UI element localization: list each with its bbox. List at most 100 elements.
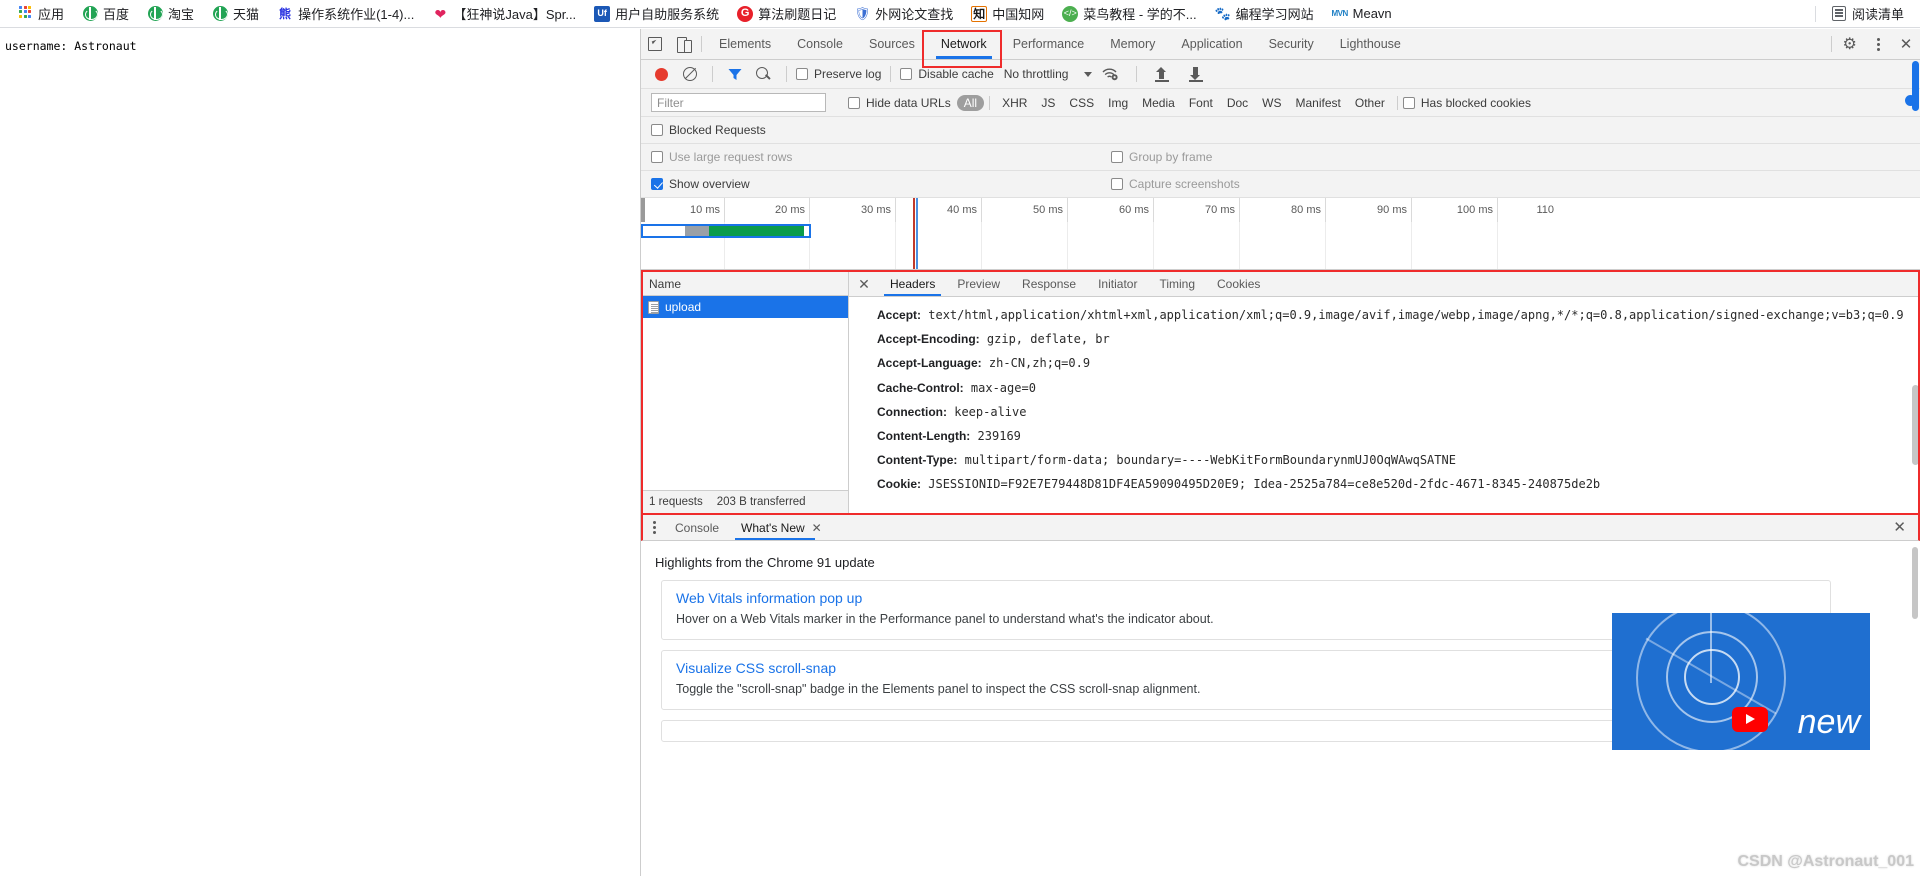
tab-network[interactable]: Network xyxy=(928,29,1000,59)
hide-data-urls-checkbox[interactable]: Hide data URLs xyxy=(848,96,951,110)
details-scrollbar[interactable] xyxy=(1912,385,1919,465)
show-overview-checkbox[interactable]: Show overview xyxy=(651,177,750,191)
bookmark-apps[interactable]: 应用 xyxy=(8,2,73,25)
type-filter-js[interactable]: JS xyxy=(1034,95,1062,111)
drawer-tab-console[interactable]: Console xyxy=(664,515,730,540)
card-title[interactable]: Web Vitals information pop up xyxy=(676,590,1816,606)
bookmark-label: 中国知网 xyxy=(992,7,1045,22)
details-tab-cookies[interactable]: Cookies xyxy=(1206,272,1271,296)
more-options-button[interactable] xyxy=(1864,29,1892,59)
drawer-menu-icon[interactable] xyxy=(653,521,656,534)
tab-elements[interactable]: Elements xyxy=(706,29,784,59)
type-filter-media[interactable]: Media xyxy=(1135,95,1182,111)
header-value: text/html,application/xhtml+xml,applicat… xyxy=(928,308,1904,322)
bookmark-item-runoob[interactable]: </> 菜鸟教程 - 学的不... xyxy=(1053,2,1205,25)
tab-label: Network xyxy=(940,37,987,51)
close-devtools-button[interactable]: ✕ xyxy=(1892,29,1920,59)
tab-label: Console xyxy=(675,520,720,535)
blocked-requests-row: Blocked Requests xyxy=(641,117,1920,144)
disable-cache-checkbox[interactable]: Disable cache xyxy=(900,67,994,81)
search-icon[interactable] xyxy=(756,66,771,82)
shield-icon: 🛡 xyxy=(853,6,871,21)
details-tab-response[interactable]: Response xyxy=(1011,272,1087,296)
bookmark-item-cnki[interactable]: 知 中国知网 xyxy=(962,2,1053,25)
group-by-frame-checkbox[interactable]: Group by frame xyxy=(1111,150,1212,164)
export-har-icon[interactable] xyxy=(1189,66,1204,82)
bookmark-item-algorithm-diary[interactable]: G 算法刷题日记 xyxy=(728,2,845,25)
details-tab-headers[interactable]: Headers xyxy=(879,272,946,296)
details-tab-timing[interactable]: Timing xyxy=(1148,272,1206,296)
whats-new-scrollbar[interactable] xyxy=(1912,547,1918,619)
details-tab-preview[interactable]: Preview xyxy=(946,272,1011,296)
tab-application[interactable]: Application xyxy=(1168,29,1255,59)
type-filter-font[interactable]: Font xyxy=(1182,95,1220,111)
tab-performance[interactable]: Performance xyxy=(1000,29,1098,59)
decorative-spoke xyxy=(1710,613,1712,683)
tab-security[interactable]: Security xyxy=(1256,29,1327,59)
globe-icon xyxy=(147,6,163,22)
settings-button[interactable] xyxy=(1836,29,1864,59)
bookmark-item-maven[interactable]: MVN Meavn xyxy=(1323,4,1401,24)
reading-list-button[interactable]: 阅读清单 xyxy=(1824,2,1912,25)
bookmark-item-paper-search[interactable]: 🛡 外网论文查找 xyxy=(845,2,962,25)
blocked-requests-checkbox[interactable]: Blocked Requests xyxy=(651,123,766,137)
bookmark-item-coding-site[interactable]: 🐾 编程学习网站 xyxy=(1206,2,1323,25)
play-button-icon[interactable] xyxy=(1732,707,1768,732)
type-filter-xhr[interactable]: XHR xyxy=(995,95,1034,111)
bookmark-item-kuangshen-java[interactable]: ❤ 【狂神说Java】Spr... xyxy=(423,2,585,25)
type-filter-doc[interactable]: Doc xyxy=(1220,95,1255,111)
network-conditions-button[interactable] xyxy=(1102,67,1119,81)
bookmark-label: 外网论文查找 xyxy=(875,7,954,22)
tab-label: Elements xyxy=(719,37,772,51)
clear-icon[interactable] xyxy=(683,67,697,81)
tab-memory[interactable]: Memory xyxy=(1097,29,1168,59)
settings-indicator[interactable] xyxy=(1905,95,1916,106)
record-button[interactable] xyxy=(655,67,668,81)
whats-new-thumbnail[interactable]: new xyxy=(1612,613,1870,750)
network-split-highlight: Name upload 1 requests 203 B transferred… xyxy=(641,270,1920,515)
use-large-request-rows-checkbox[interactable]: Use large request rows xyxy=(651,150,792,164)
requests-column-header[interactable]: Name xyxy=(641,272,848,296)
chevron-down-icon xyxy=(1084,71,1093,77)
bookmark-item-taobao[interactable]: 淘宝 xyxy=(138,2,203,25)
table-row[interactable]: upload xyxy=(641,296,848,318)
device-toolbar-button[interactable] xyxy=(669,29,697,59)
tab-lighthouse[interactable]: Lighthouse xyxy=(1327,29,1414,59)
bookmark-label: 算法刷题日记 xyxy=(758,7,837,22)
network-overview[interactable]: 10 ms 20 ms 30 ms 40 ms 50 ms 60 ms 70 m… xyxy=(641,198,1920,270)
ruler-tick: 110 xyxy=(1536,204,1554,216)
bookmark-item-baidu[interactable]: 百度 xyxy=(73,2,138,25)
type-filter-ws[interactable]: WS xyxy=(1255,95,1288,111)
import-har-icon[interactable] xyxy=(1155,66,1170,82)
tab-console[interactable]: Console xyxy=(784,29,856,59)
transferred-size: 203 B transferred xyxy=(716,496,806,508)
filter-toggle-button[interactable] xyxy=(727,67,743,81)
drawer-tab-whats-new[interactable]: What's New ✕ xyxy=(730,515,833,540)
type-filter-other[interactable]: Other xyxy=(1348,95,1392,111)
throttling-dropdown[interactable]: No throttling xyxy=(1004,67,1093,81)
type-filter-all[interactable]: All xyxy=(956,94,985,111)
inspect-element-button[interactable] xyxy=(641,29,669,59)
type-filter-css[interactable]: CSS xyxy=(1062,95,1101,111)
toolbar-divider-4 xyxy=(1136,66,1138,82)
close-details-button[interactable]: ✕ xyxy=(849,272,879,296)
toolbar-divider-2 xyxy=(786,66,787,82)
bookmark-item-self-service[interactable]: Uf 用户自助服务系统 xyxy=(585,2,728,25)
close-icon[interactable]: ✕ xyxy=(812,521,822,535)
type-filter-manifest[interactable]: Manifest xyxy=(1289,95,1348,111)
details-tab-initiator[interactable]: Initiator xyxy=(1087,272,1148,296)
bookmark-item-tmall[interactable]: 天猫 xyxy=(203,2,268,25)
tab-sources[interactable]: Sources xyxy=(856,29,928,59)
has-blocked-cookies-checkbox[interactable]: Has blocked cookies xyxy=(1402,96,1531,110)
preserve-log-checkbox[interactable]: Preserve log xyxy=(796,67,881,81)
capture-screenshots-checkbox[interactable]: Capture screenshots xyxy=(1111,177,1240,191)
bookmark-item-os-homework[interactable]: 熊 操作系统作业(1-4)... xyxy=(268,2,423,25)
type-filter-img[interactable]: Img xyxy=(1101,95,1135,111)
group-by-frame-label: Group by frame xyxy=(1129,150,1213,164)
filter-input[interactable] xyxy=(651,93,826,112)
bookmark-label: 淘宝 xyxy=(168,7,195,22)
ruler-tick: 90 ms xyxy=(1326,198,1412,222)
close-drawer-button[interactable]: ✕ xyxy=(1893,520,1906,535)
globe-icon xyxy=(212,6,228,22)
tab-label: Timing xyxy=(1159,277,1196,291)
